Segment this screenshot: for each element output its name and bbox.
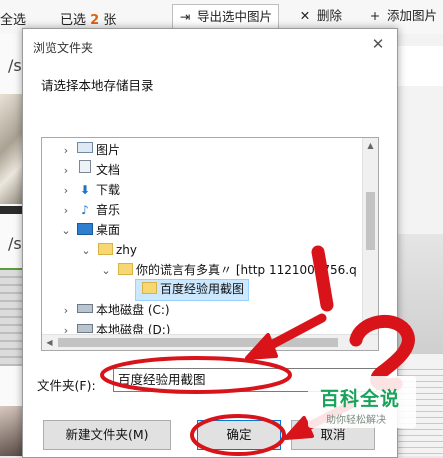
scroll-up-icon[interactable]: ▲ (363, 138, 378, 153)
tree-item-label: 文档 (96, 163, 121, 177)
watermark-title: 百科全说 (320, 388, 401, 410)
chevron-down-icon[interactable]: ⌄ (100, 261, 112, 281)
tree-item-zhy[interactable]: ⌄ zhy (80, 240, 137, 260)
tree-item-drive-c[interactable]: › 本地磁盘 (C:) (60, 300, 170, 320)
export-selected-button[interactable]: ⇥ 导出选中图片 (172, 4, 280, 30)
chevron-right-icon[interactable]: › (60, 161, 72, 181)
tree-item-label: 本地磁盘 (C:) (96, 303, 170, 317)
folder-icon (96, 240, 114, 260)
scrollbar-thumb[interactable] (58, 338, 338, 347)
image-thumbnail[interactable] (396, 46, 443, 86)
tree-item-label: 百度经验用截图 (160, 282, 245, 296)
folder-icon (140, 280, 158, 298)
delete-label: 删除 (317, 8, 343, 23)
scrollbar-thumb[interactable] (366, 192, 375, 250)
add-image-label: 添加图片 (387, 8, 438, 23)
delete-icon: ✕ (299, 8, 311, 23)
chevron-right-icon[interactable]: › (60, 141, 72, 161)
desktop-icon (76, 220, 94, 240)
vertical-scrollbar[interactable]: ▲ ▼ (362, 138, 378, 334)
scroll-left-icon[interactable]: ◀ (42, 335, 57, 350)
delete-button[interactable]: ✕ 删除 (293, 4, 348, 28)
image-thumbnail[interactable] (0, 406, 22, 456)
scroll-right-icon[interactable]: ▶ (348, 335, 363, 350)
chevron-right-icon[interactable]: › (60, 301, 72, 321)
path-label: /s (8, 234, 22, 253)
selected-suffix: 张 (103, 13, 117, 28)
documents-icon (76, 160, 94, 180)
export-selected-label: 导出选中图片 (197, 9, 273, 24)
tree-item-label: 下载 (96, 183, 121, 197)
tree-item-label: 你的谎言有多真〃 [http 1121006756.q (136, 263, 357, 277)
tree-item-label: zhy (116, 243, 138, 257)
export-icon: ⇥ (179, 9, 191, 24)
folder-icon (116, 260, 134, 280)
folder-tree[interactable]: › 图片 › 文档 › ⬇ 下载 › ♪ 音乐 ⌄ 桌面 ⌄ zhy ⌄ 你的谎言有多真〃 [ht… (41, 137, 379, 351)
watermark-subtitle: 助你轻松解决 (326, 415, 386, 426)
chevron-down-icon[interactable]: ⌄ (80, 241, 92, 261)
plus-icon: + (369, 8, 381, 23)
left-image-strip: /s /s (0, 34, 22, 456)
pictures-icon (76, 140, 94, 160)
tree-item-downloads[interactable]: › ⬇ 下载 (60, 180, 120, 200)
tree-item-label: 桌面 (96, 223, 121, 237)
thumbnail-border (0, 206, 22, 214)
close-icon[interactable]: ✕ (367, 33, 389, 55)
music-icon: ♪ (81, 203, 89, 217)
horizontal-scrollbar[interactable]: ◀ ▶ (42, 334, 378, 350)
tree-item-label: 音乐 (96, 203, 121, 217)
selected-prefix: 已选 (60, 13, 87, 28)
new-folder-button[interactable]: 新建文件夹(M) (43, 420, 171, 450)
download-icon: ⬇ (79, 183, 91, 197)
path-label: /s (8, 56, 22, 75)
tree-item-subfolder[interactable]: ⌄ 你的谎言有多真〃 [http 1121006756.q (100, 260, 357, 280)
drive-icon (76, 300, 94, 320)
scroll-down-icon[interactable]: ▼ (363, 319, 378, 334)
tree-item-music[interactable]: › ♪ 音乐 (60, 200, 120, 220)
chevron-right-icon[interactable]: › (60, 201, 72, 221)
chevron-right-icon[interactable]: › (60, 181, 72, 201)
folder-field-label: 文件夹(F): (37, 378, 96, 393)
tree-item-label: 图片 (96, 143, 121, 157)
select-all-button[interactable]: 全选 (0, 9, 26, 28)
dialog-prompt: 请选择本地存储目录 (41, 78, 154, 93)
image-thumbnail[interactable] (0, 94, 22, 204)
ok-button[interactable]: 确定 (197, 420, 281, 450)
image-thumbnail[interactable] (0, 268, 22, 366)
tree-item-pictures[interactable]: › 图片 (60, 140, 120, 160)
tree-item-documents[interactable]: › 文档 (60, 160, 120, 180)
chevron-down-icon[interactable]: ⌄ (60, 221, 72, 241)
selected-count-text: 已选 2 张 (60, 9, 116, 28)
tree-item-selected-folder[interactable]: 百度经验用截图 (135, 279, 250, 301)
tree-item-desktop[interactable]: ⌄ 桌面 (60, 220, 120, 240)
selected-count: 2 (90, 13, 100, 28)
image-thumbnail[interactable] (396, 234, 443, 354)
site-watermark: 百科全说 助你轻松解决 (308, 376, 416, 428)
add-image-button[interactable]: + 添加图片 (363, 4, 443, 28)
dialog-title: 浏览文件夹 (33, 41, 94, 55)
